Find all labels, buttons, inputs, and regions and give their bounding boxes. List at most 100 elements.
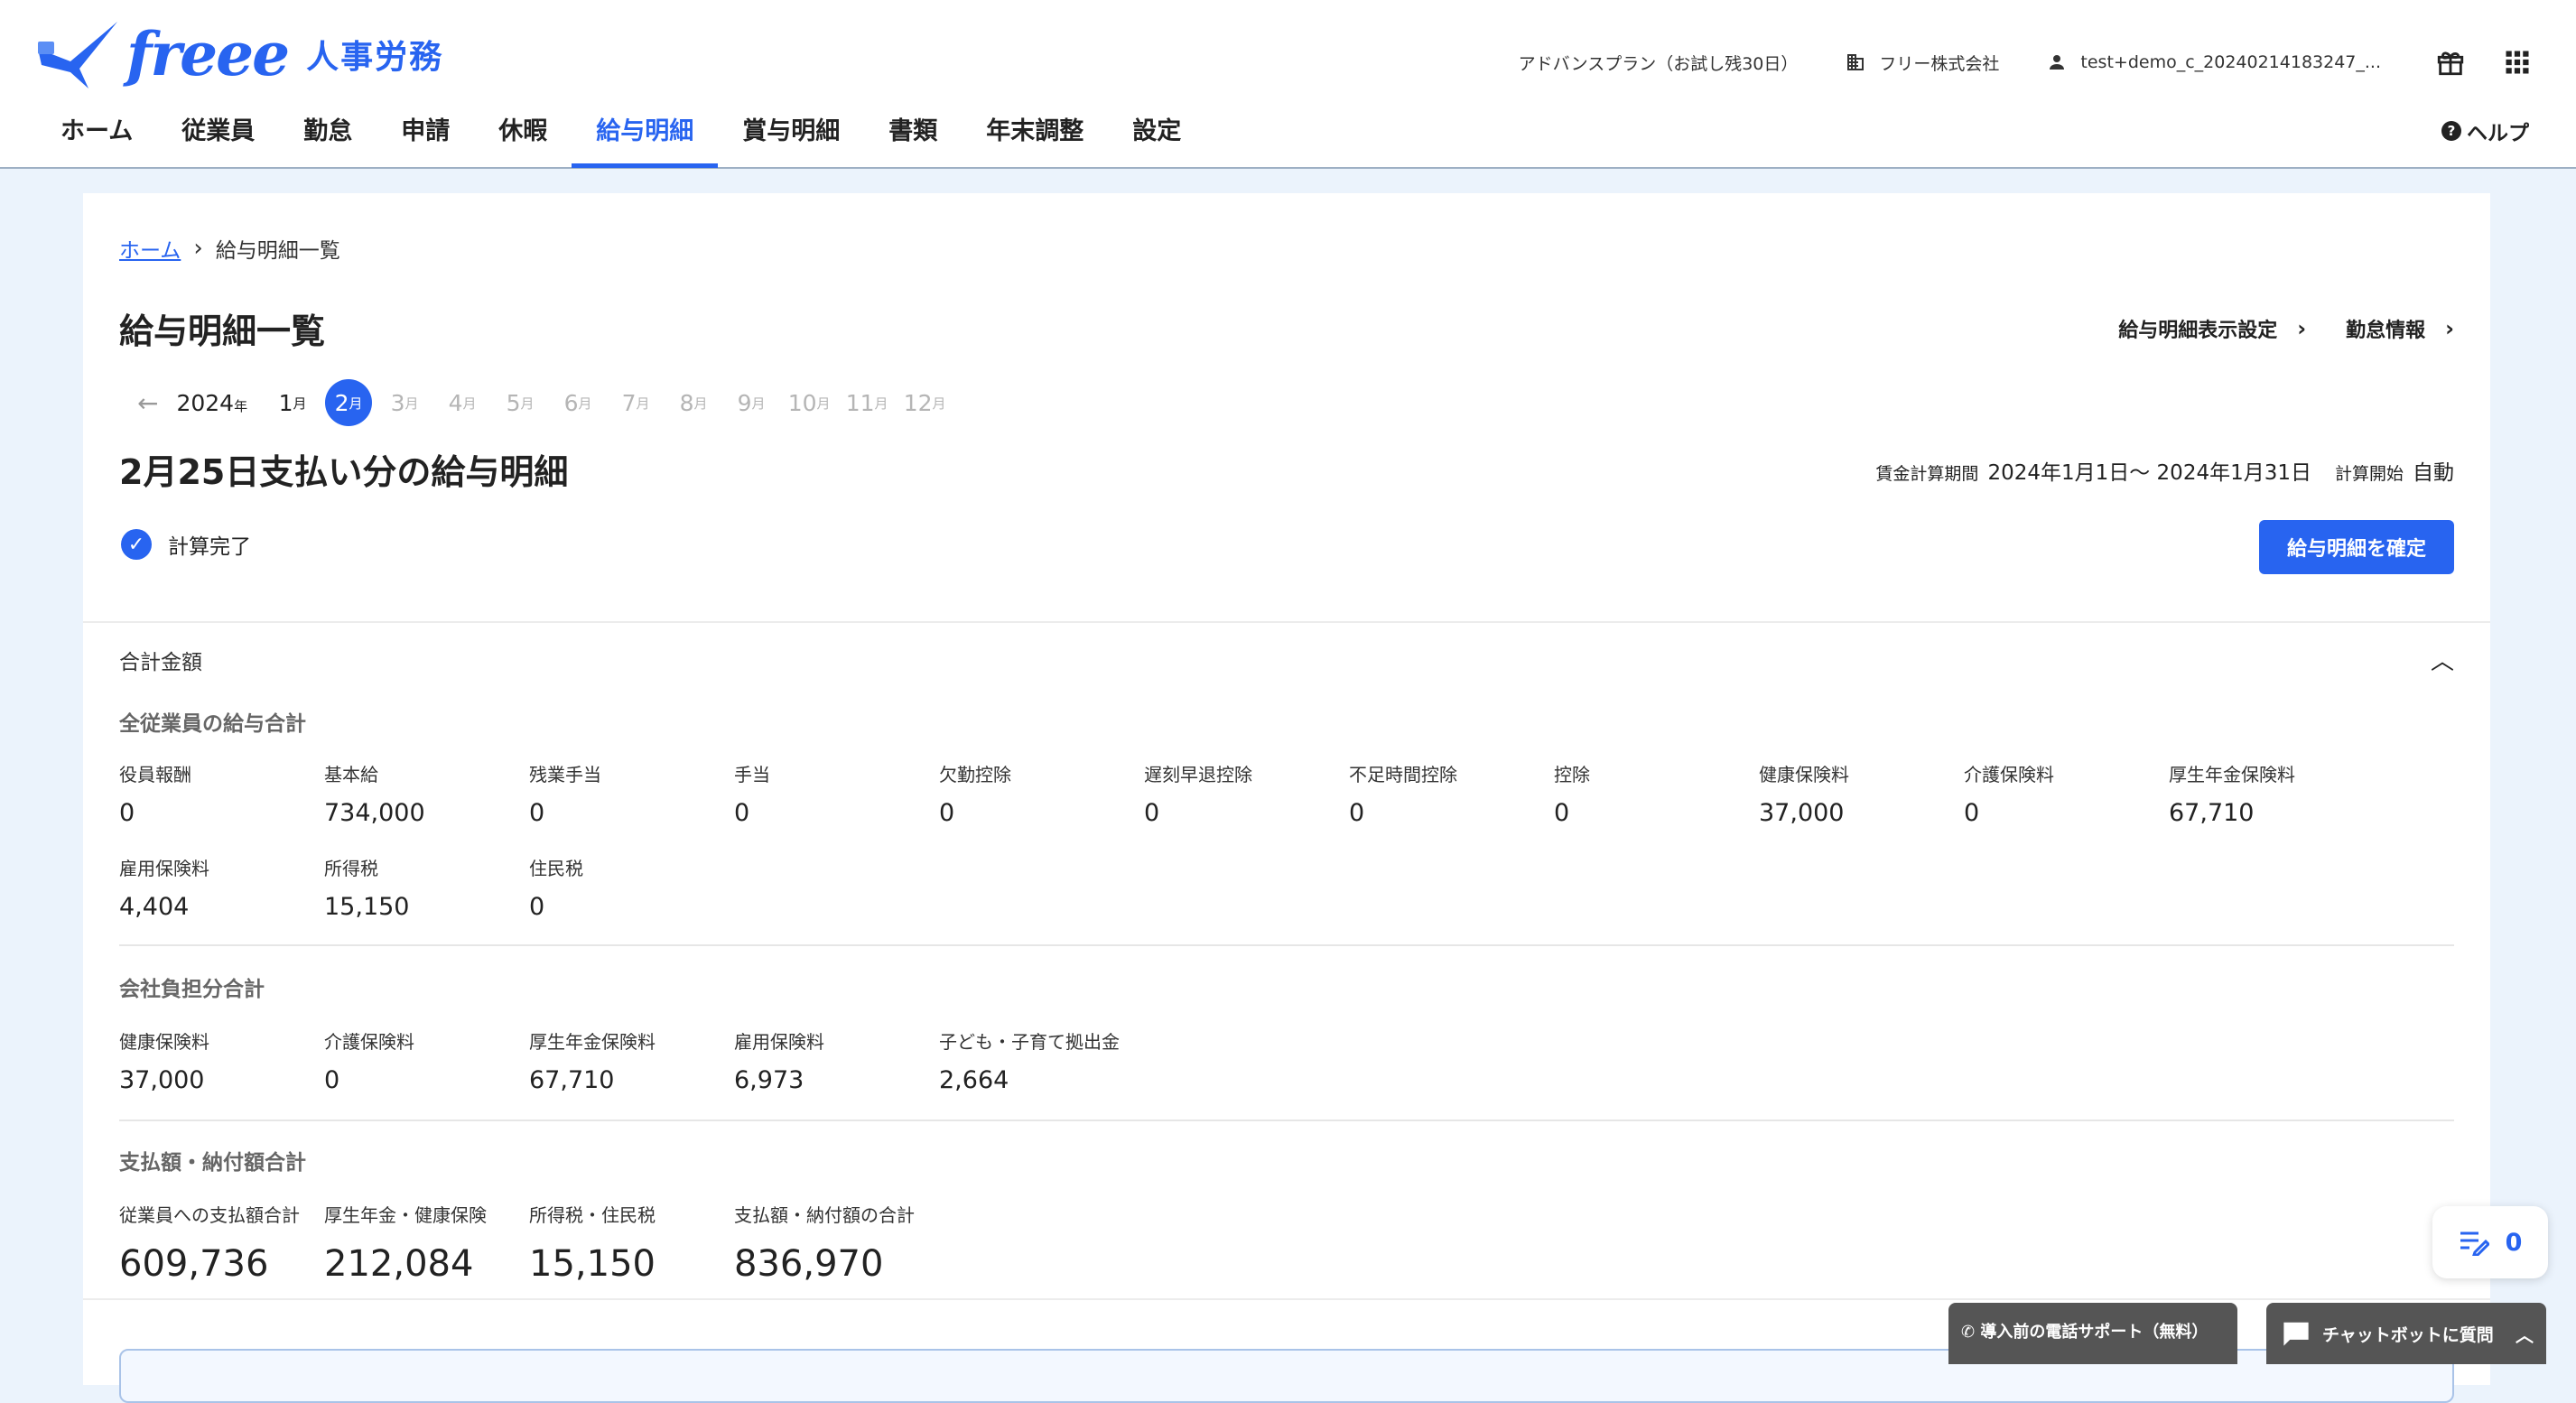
month-8[interactable]: 8月 <box>668 379 719 426</box>
month-number: 3 <box>390 389 405 416</box>
item-label: 基本給 <box>324 764 378 785</box>
logo-wordmark: freee <box>126 19 290 89</box>
year-suffix: 年 <box>234 397 248 414</box>
month-suffix: 月 <box>693 395 708 412</box>
month-1[interactable]: 1月 <box>267 379 318 426</box>
month-5[interactable]: 5月 <box>495 379 545 426</box>
month-10[interactable]: 10 月 <box>784 379 834 426</box>
confirm-payslip-button[interactable]: 給与明細を確定 <box>2259 520 2454 574</box>
tab-attendance[interactable]: 勤怠 <box>279 114 377 168</box>
item-value: 0 <box>939 799 955 827</box>
freee-logo[interactable]: freee 人事労務 <box>34 18 443 90</box>
tab-bonus-slips[interactable]: 賞与明細 <box>718 114 864 168</box>
month-suffix: 月 <box>932 395 946 412</box>
tab-settings[interactable]: 設定 <box>1108 114 1205 168</box>
total-item: 厚生年金保険料 67,710 <box>2169 760 2373 827</box>
item-value: 734,000 <box>324 799 425 827</box>
calc-start-label: 計算開始 <box>2334 464 2404 484</box>
tab-employees[interactable]: 従業員 <box>157 114 279 168</box>
company-name: フリー株式会社 <box>1879 53 2000 74</box>
month-suffix: 月 <box>816 395 831 412</box>
user-menu[interactable]: test+demo_c_20240214183247_... <box>2046 51 2381 73</box>
arrow-left-icon[interactable]: ← <box>137 388 158 418</box>
tab-documents[interactable]: 書類 <box>864 114 962 168</box>
item-label: 厚生年金保険料 <box>2169 764 2295 785</box>
help-link[interactable]: ? ヘルプ <box>2441 116 2529 146</box>
calc-status: ✓ 計算完了 <box>121 529 251 560</box>
chevron-right-icon: › <box>193 235 203 262</box>
month-suffix: 月 <box>751 395 766 412</box>
tab-year-end[interactable]: 年末調整 <box>962 114 1108 168</box>
grid-icon <box>2506 51 2529 74</box>
item-value: 836,970 <box>734 1243 884 1285</box>
total-item: 介護保険料 0 <box>1964 760 2168 827</box>
total-item: 所得税 15,150 <box>324 854 528 921</box>
tab-home[interactable]: ホーム <box>36 114 157 168</box>
breadcrumb-home[interactable]: ホーム <box>119 233 181 264</box>
task-count: 0 <box>2505 1228 2523 1257</box>
item-value: 37,000 <box>1759 799 1845 827</box>
item-label: 欠勤控除 <box>939 764 1011 785</box>
month-number: 4 <box>448 389 463 416</box>
month-3[interactable]: 3月 <box>379 379 430 426</box>
page-links: 給与明細表示設定 › 勤怠情報 › <box>2078 314 2454 343</box>
total-item: 厚生年金・健康保険 212,084 <box>324 1201 528 1285</box>
tab-requests[interactable]: 申請 <box>377 114 474 168</box>
total-item: 住民税 0 <box>529 854 733 921</box>
total-item: 手当 0 <box>734 760 938 827</box>
month-7[interactable]: 7月 <box>610 379 661 426</box>
month-6[interactable]: 6月 <box>553 379 603 426</box>
period-label: 賃金計算期間 <box>1875 464 1979 484</box>
month-4[interactable]: 4月 <box>437 379 488 426</box>
gift-button[interactable] <box>2435 47 2466 78</box>
company-switcher[interactable]: フリー株式会社 <box>1845 51 1999 75</box>
building-icon <box>1847 54 1865 70</box>
task-list-button[interactable]: 0 <box>2432 1206 2548 1278</box>
payslip-title: 2月25日支払い分の給与明細 <box>119 452 569 492</box>
user-icon <box>2050 55 2065 70</box>
tab-leave[interactable]: 休暇 <box>474 114 572 168</box>
period-value: 2024年1月1日〜 2024年1月31日 <box>1987 461 2311 485</box>
phone-support-label: 導入前の電話サポート（無料） <box>1980 1323 2209 1342</box>
totals-header[interactable]: 合計金額 ︿ <box>119 643 2454 676</box>
month-number: 9 <box>737 389 752 416</box>
item-value: 6,973 <box>734 1066 804 1094</box>
plan-label[interactable]: アドバンスプラン（お試し残30日） <box>1519 51 1799 75</box>
month-9[interactable]: 9月 <box>726 379 777 426</box>
month-11[interactable]: 11 月 <box>842 379 892 426</box>
month-number: 5 <box>506 389 521 416</box>
month-2[interactable]: 2月 <box>325 379 373 426</box>
item-value: 2,664 <box>939 1066 1009 1094</box>
display-settings-label: 給与明細表示設定 <box>2118 320 2278 342</box>
total-item: 従業員への支払額合計 609,736 <box>119 1201 323 1285</box>
total-item: 厚生年金保険料 67,710 <box>529 1027 733 1094</box>
section-title: 支払額・納付額合計 <box>119 1151 306 1175</box>
total-item: 控除 0 <box>1554 760 1758 827</box>
chat-bubble-icon <box>2283 1322 2309 1346</box>
chevron-up-icon[interactable]: ︿ <box>2431 643 2454 676</box>
help-label: ヘルプ <box>2467 122 2529 145</box>
attendance-info-link[interactable]: 勤怠情報 › <box>2346 314 2454 343</box>
month-12[interactable]: 12 月 <box>899 379 950 426</box>
chatbot-button[interactable]: チャットボットに質問 ︿ <box>2266 1303 2546 1364</box>
month-number: 10 <box>787 389 817 416</box>
help-icon: ? <box>2441 121 2461 141</box>
total-item: 支払額・納付額の合計 836,970 <box>734 1201 1005 1285</box>
item-label: 健康保険料 <box>1759 764 1849 785</box>
total-item: 所得税・住民税 15,150 <box>529 1201 733 1285</box>
total-item: 基本給 734,000 <box>324 760 528 827</box>
item-label: 健康保険料 <box>119 1031 209 1053</box>
phone-support-button[interactable]: ✆ 導入前の電話サポート（無料） <box>1948 1303 2237 1364</box>
phone-icon: ✆ <box>1961 1323 1981 1342</box>
item-value: 67,710 <box>2169 799 2255 827</box>
month-number: 2 <box>334 389 349 416</box>
item-value: 0 <box>1144 799 1160 827</box>
item-value: 15,150 <box>324 893 410 921</box>
user-name: test+demo_c_20240214183247_... <box>2080 52 2381 72</box>
product-name: 人事労務 <box>306 39 444 76</box>
tab-payslips[interactable]: 給与明細 <box>572 114 719 168</box>
item-label: 従業員への支払額合計 <box>119 1204 300 1226</box>
item-label: 介護保険料 <box>1964 764 2054 785</box>
display-settings-link[interactable]: 給与明細表示設定 › <box>2118 314 2306 343</box>
app-grid-button[interactable] <box>2504 49 2531 76</box>
